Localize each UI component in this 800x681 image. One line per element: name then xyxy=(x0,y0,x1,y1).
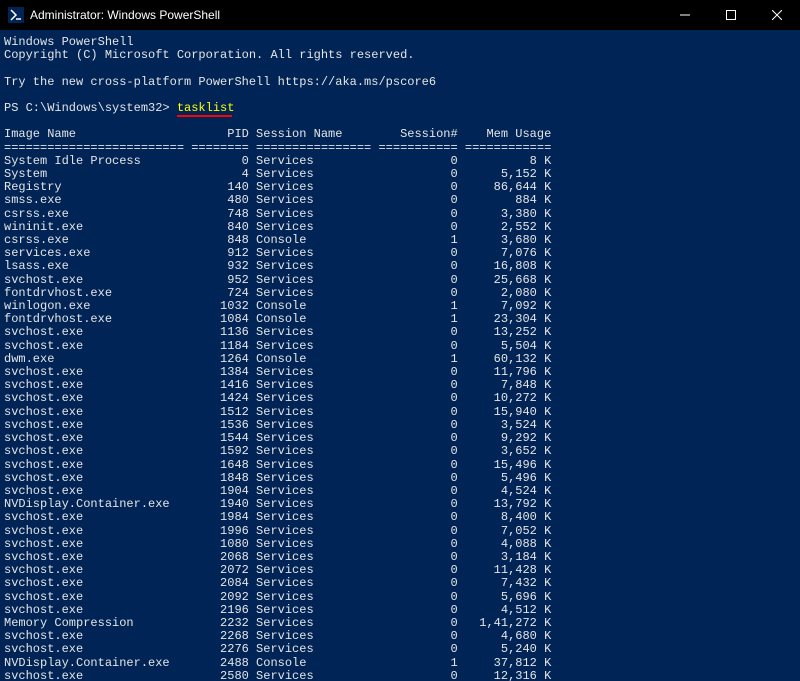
table-row: NVDisplay.Container.exe 2488 Console 1 3… xyxy=(4,656,551,670)
table-row: svchost.exe 2580 Services 0 12,316 K xyxy=(4,669,551,681)
table-row: svchost.exe 2084 Services 0 7,432 K xyxy=(4,576,551,590)
table-row: svchost.exe 1080 Services 0 4,088 K xyxy=(4,537,551,551)
banner-line: Copyright (C) Microsoft Corporation. All… xyxy=(4,48,414,62)
table-row: Memory Compression 2232 Services 0 1,41,… xyxy=(4,616,551,630)
maximize-button[interactable] xyxy=(708,0,754,30)
table-header: Image Name PID Session Name Session# Mem… xyxy=(4,127,551,141)
table-row: svchost.exe 2276 Services 0 5,240 K xyxy=(4,642,551,656)
table-row: System 4 Services 0 5,152 K xyxy=(4,167,551,181)
table-row: csrss.exe 748 Services 0 3,380 K xyxy=(4,207,551,221)
table-row: svchost.exe 2196 Services 0 4,512 K xyxy=(4,603,551,617)
table-row: svchost.exe 1416 Services 0 7,848 K xyxy=(4,378,551,392)
table-row: svchost.exe 1136 Services 0 13,252 K xyxy=(4,325,551,339)
table-row: svchost.exe 2268 Services 0 4,680 K xyxy=(4,629,551,643)
table-row: svchost.exe 2068 Services 0 3,184 K xyxy=(4,550,551,564)
table-row: dwm.exe 1264 Console 1 60,132 K xyxy=(4,352,551,366)
terminal-output[interactable]: Windows PowerShell Copyright (C) Microso… xyxy=(0,30,800,681)
table-row: Registry 140 Services 0 86,644 K xyxy=(4,180,551,194)
table-row: svchost.exe 2092 Services 0 5,696 K xyxy=(4,590,551,604)
table-row: smss.exe 480 Services 0 884 K xyxy=(4,193,551,207)
table-row: fontdrvhost.exe 724 Services 0 2,080 K xyxy=(4,286,551,300)
table-row: wininit.exe 840 Services 0 2,552 K xyxy=(4,220,551,234)
table-row: csrss.exe 848 Console 1 3,680 K xyxy=(4,233,551,247)
table-row: svchost.exe 1592 Services 0 3,652 K xyxy=(4,444,551,458)
table-row: svchost.exe 1648 Services 0 15,496 K xyxy=(4,458,551,472)
close-button[interactable] xyxy=(754,0,800,30)
table-row: svchost.exe 1184 Services 0 5,504 K xyxy=(4,339,551,353)
table-row: lsass.exe 932 Services 0 16,808 K xyxy=(4,259,551,273)
table-row: svchost.exe 1536 Services 0 3,524 K xyxy=(4,418,551,432)
window-titlebar[interactable]: Administrator: Windows PowerShell xyxy=(0,0,800,30)
table-row: svchost.exe 1984 Services 0 8,400 K xyxy=(4,510,551,524)
table-row: svchost.exe 952 Services 0 25,668 K xyxy=(4,273,551,287)
table-row: NVDisplay.Container.exe 1940 Services 0 … xyxy=(4,497,551,511)
table-row: svchost.exe 1544 Services 0 9,292 K xyxy=(4,431,551,445)
minimize-button[interactable] xyxy=(662,0,708,30)
banner-tryline: Try the new cross-platform PowerShell ht… xyxy=(4,75,436,89)
table-separator: ========================= ======== =====… xyxy=(4,141,551,155)
table-row: svchost.exe 1996 Services 0 7,052 K xyxy=(4,524,551,538)
table-row: svchost.exe 1384 Services 0 11,796 K xyxy=(4,365,551,379)
table-row: winlogon.exe 1032 Console 1 7,092 K xyxy=(4,299,551,313)
table-row: svchost.exe 2072 Services 0 11,428 K xyxy=(4,563,551,577)
table-row: svchost.exe 1512 Services 0 15,940 K xyxy=(4,405,551,419)
table-row: svchost.exe 1848 Services 0 5,496 K xyxy=(4,471,551,485)
prompt-prefix: PS C:\Windows\system32> xyxy=(4,101,177,115)
command-underline xyxy=(4,114,232,128)
table-row: System Idle Process 0 Services 0 8 K xyxy=(4,154,551,168)
table-row: svchost.exe 1904 Services 0 4,524 K xyxy=(4,484,551,498)
powershell-icon xyxy=(8,7,24,23)
prompt-command: tasklist xyxy=(177,101,235,115)
table-row: fontdrvhost.exe 1084 Console 1 23,304 K xyxy=(4,312,551,326)
table-row: svchost.exe 1424 Services 0 10,272 K xyxy=(4,391,551,405)
table-row: services.exe 912 Services 0 7,076 K xyxy=(4,246,551,260)
window-title: Administrator: Windows PowerShell xyxy=(30,8,662,22)
banner-line: Windows PowerShell xyxy=(4,35,134,49)
